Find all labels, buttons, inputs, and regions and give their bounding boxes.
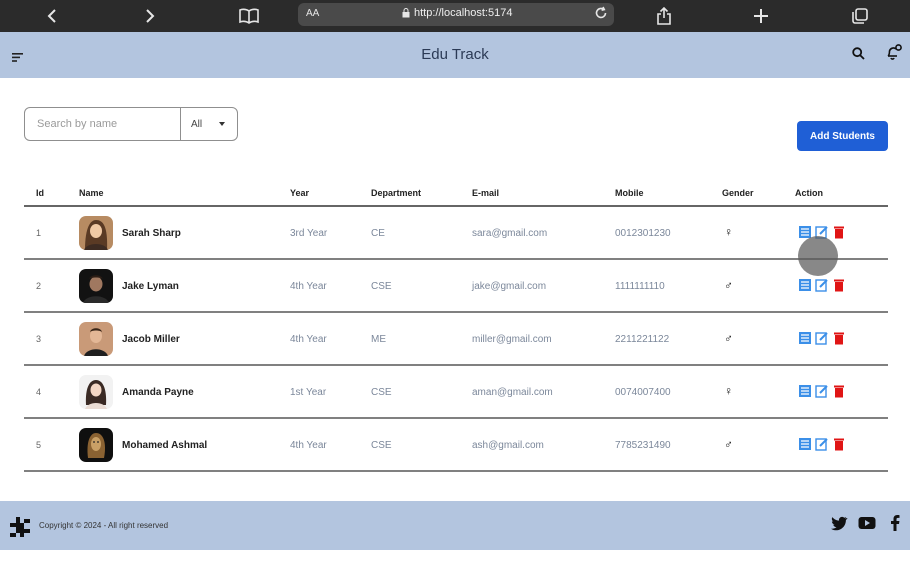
student-mobile: 7785231490 xyxy=(615,440,671,451)
student-year: 4th Year xyxy=(290,334,327,345)
gender-male-icon: ♂ xyxy=(724,437,733,451)
table-row: 3 Jacob Miller 4th Year ME miller@gmail.… xyxy=(24,313,888,366)
facebook-icon[interactable] xyxy=(890,515,900,536)
filter-select[interactable]: All xyxy=(181,108,237,140)
view-icon[interactable] xyxy=(798,278,812,292)
caret-down-icon xyxy=(219,122,225,126)
reload-icon[interactable] xyxy=(594,6,608,25)
student-id: 3 xyxy=(36,334,42,344)
student-id: 1 xyxy=(36,228,42,238)
avatar xyxy=(79,375,113,409)
student-name: Amanda Payne xyxy=(122,387,194,398)
search-icon[interactable] xyxy=(852,47,865,65)
col-year: Year xyxy=(290,188,310,198)
col-email: E-mail xyxy=(472,188,500,198)
student-email: aman@gmail.com xyxy=(472,387,553,398)
student-id: 4 xyxy=(36,387,42,397)
student-department: ME xyxy=(371,334,386,345)
edit-icon[interactable] xyxy=(815,331,829,345)
table-header: Id Name Year Department E-mail Mobile Ge… xyxy=(24,182,888,207)
twitter-icon[interactable] xyxy=(830,515,848,536)
col-action: Action xyxy=(795,188,823,198)
search-input[interactable] xyxy=(25,108,180,140)
view-icon[interactable] xyxy=(798,331,812,345)
student-email: ash@gmail.com xyxy=(472,440,544,451)
col-gender: Gender xyxy=(722,188,754,198)
delete-icon[interactable] xyxy=(832,278,846,292)
student-year: 4th Year xyxy=(290,281,327,292)
gender-male-icon: ♂ xyxy=(724,278,733,292)
search-filter-group: All xyxy=(24,107,238,141)
book-icon[interactable] xyxy=(238,4,260,28)
logo-icon xyxy=(7,514,33,545)
student-department: CSE xyxy=(371,440,392,451)
footer: Copyright © 2024 - All right reserved xyxy=(0,501,910,550)
avatar xyxy=(79,322,113,356)
student-name: Sarah Sharp xyxy=(122,228,181,239)
student-year: 1st Year xyxy=(290,387,327,398)
col-department: Department xyxy=(371,188,422,198)
col-id: Id xyxy=(36,188,44,198)
filter-value: All xyxy=(191,118,203,130)
student-department: CSE xyxy=(371,281,392,292)
avatar xyxy=(79,428,113,462)
delete-icon[interactable] xyxy=(832,331,846,345)
forward-icon[interactable] xyxy=(142,4,158,28)
share-icon[interactable] xyxy=(655,4,673,28)
edit-icon[interactable] xyxy=(815,384,829,398)
student-department: CSE xyxy=(371,387,392,398)
view-icon[interactable] xyxy=(798,384,812,398)
student-email: miller@gmail.com xyxy=(472,334,552,345)
app-title: Edu Track xyxy=(421,46,489,63)
students-table: Id Name Year Department E-mail Mobile Ge… xyxy=(24,182,888,472)
gender-female-icon: ♀ xyxy=(724,384,733,398)
address-bar[interactable]: AA http://localhost:5174 xyxy=(298,3,614,26)
table-row: 2 Jake Lyman 4th Year CSE jake@gmail.com… xyxy=(24,260,888,313)
student-name: Jacob Miller xyxy=(122,334,180,345)
view-icon[interactable] xyxy=(798,437,812,451)
touch-cursor xyxy=(798,236,838,276)
student-name: Mohamed Ashmal xyxy=(122,440,208,451)
bell-icon[interactable] xyxy=(886,44,902,66)
plus-icon[interactable] xyxy=(752,4,770,28)
student-email: jake@gmail.com xyxy=(472,281,547,292)
app-header: Edu Track xyxy=(0,32,910,78)
lock-icon xyxy=(402,8,410,18)
youtube-icon[interactable] xyxy=(858,515,876,536)
url-text: http://localhost:5174 xyxy=(414,7,513,19)
student-year: 4th Year xyxy=(290,440,327,451)
delete-icon[interactable] xyxy=(832,437,846,451)
col-name: Name xyxy=(79,188,104,198)
avatar xyxy=(79,216,113,250)
edit-icon[interactable] xyxy=(815,437,829,451)
copyright-text: Copyright © 2024 - All right reserved xyxy=(39,521,169,530)
table-row: 4 Amanda Payne 1st Year CSE aman@gmail.c… xyxy=(24,366,888,419)
delete-icon[interactable] xyxy=(832,225,846,239)
student-year: 3rd Year xyxy=(290,228,328,239)
student-email: sara@gmail.com xyxy=(472,228,548,239)
table-row: 5 Mohamed Ashmal 4th Year CSE ash@gmail.… xyxy=(24,419,888,472)
edit-icon[interactable] xyxy=(815,278,829,292)
back-icon[interactable] xyxy=(44,4,60,28)
browser-toolbar: AA http://localhost:5174 xyxy=(0,0,910,32)
col-mobile: Mobile xyxy=(615,188,644,198)
student-id: 5 xyxy=(36,440,42,450)
add-students-button[interactable]: Add Students xyxy=(797,121,888,151)
student-mobile: 2211221122 xyxy=(615,334,670,345)
gender-male-icon: ♂ xyxy=(724,331,733,345)
student-mobile: 0012301230 xyxy=(615,228,671,239)
tabs-icon[interactable] xyxy=(851,4,869,28)
page: AA http://localhost:5174 Edu Track Searc… xyxy=(0,0,910,566)
student-id: 2 xyxy=(36,281,42,291)
avatar xyxy=(79,269,113,303)
student-name: Jake Lyman xyxy=(122,281,179,292)
student-mobile: 1111111110 xyxy=(615,281,665,292)
student-mobile: 0074007400 xyxy=(615,387,671,398)
delete-icon[interactable] xyxy=(832,384,846,398)
student-department: CE xyxy=(371,228,385,239)
text-size-button[interactable]: AA xyxy=(306,8,319,19)
gender-female-icon: ♀ xyxy=(724,225,733,239)
table-row: 1 Sarah Sharp 3rd Year CE sara@gmail.com… xyxy=(24,207,888,260)
